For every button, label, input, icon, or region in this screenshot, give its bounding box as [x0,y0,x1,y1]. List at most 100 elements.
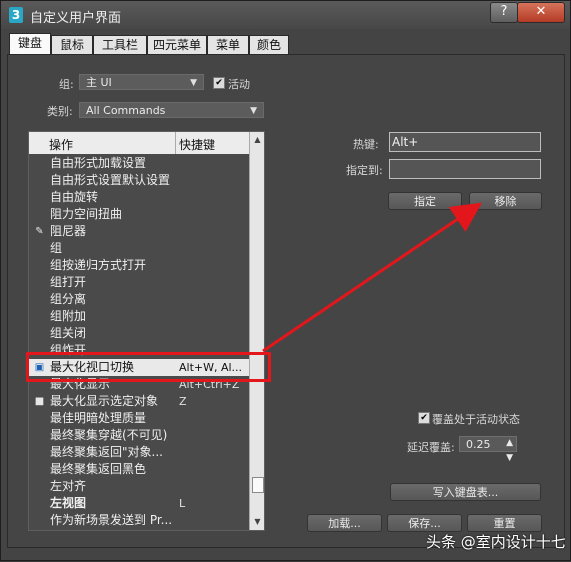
app-icon: 3 [9,7,23,23]
list-item[interactable]: 组 [29,240,249,257]
remove-button[interactable]: 移除 [469,192,542,210]
load-button[interactable]: 加载... [307,514,382,532]
help-button[interactable]: ? [490,2,518,23]
list-item[interactable]: 最大化显示 Alt+Ctrl+Z [29,376,249,393]
action-name: 组分离 [50,292,87,306]
delay-override-label: 延迟覆盖: [407,441,455,454]
action-name: 最终聚集穿越(不可见) [50,428,168,442]
action-name: 自由形式加载设置 [50,156,147,170]
action-shortcut: Z [179,395,187,408]
maximize-viewport-icon: ▣ [34,362,45,373]
action-name: 最大化显示 [50,377,111,391]
list-item[interactable]: 最终聚集返回"对象... [29,444,249,461]
list-item[interactable]: 最终聚集穿越(不可见) [29,427,249,444]
override-label: 覆盖处于活动状态 [432,413,520,426]
scroll-up-icon[interactable]: ▲ [250,133,264,147]
category-value: All Commands [86,104,166,117]
category-label: 类别: [47,105,73,118]
list-item[interactable]: 最佳明暗处理质量 [29,410,249,427]
header-divider [175,132,176,154]
list-item[interactable]: 组分离 [29,291,249,308]
list-item[interactable]: 左对齐 [29,478,249,495]
action-name: 组炸开 [50,343,87,357]
action-name: 组关闭 [50,326,87,340]
list-item[interactable]: 自由形式设置默认设置 [29,172,249,189]
spinner-arrows-icon[interactable]: ▲ ▼ [506,436,513,466]
action-name: 最终聚集返回黑色 [50,462,147,476]
active-checkbox[interactable]: ✔ [213,77,225,89]
header-shortcut[interactable]: 快捷键 [179,136,215,153]
assigned-to-field [389,159,541,179]
chevron-down-icon: ▼ [190,78,197,88]
tab-colors[interactable]: 颜色 [249,35,289,55]
tab-mouse[interactable]: 鼠标 [51,35,93,55]
list-item[interactable]: ✎ 阻尼器 [29,223,249,240]
zoom-extents-icon: ■ [34,396,45,407]
action-name: 最佳明暗处理质量 [50,411,147,425]
action-name: 最大化视口切换 [50,360,135,374]
tab-quads[interactable]: 四元菜单 [147,35,207,55]
action-name: 自由旋转 [50,190,99,204]
group-value: 主 UI [86,76,112,89]
group-label: 组: [59,78,74,91]
group-dropdown[interactable]: 主 UI ▼ [79,74,204,90]
scroll-down-icon[interactable]: ▼ [250,515,264,529]
action-name: 作为新场景发送到 Pr... [50,513,173,527]
category-dropdown[interactable]: All Commands ▼ [79,102,264,118]
delay-override-value: 0.25 [466,438,491,451]
action-name: 左视图 [50,496,87,510]
list-item[interactable]: ■ 最大化显示选定对象 Z [29,393,249,410]
close-button[interactable]: ✕ [517,2,565,23]
active-label: 活动 [228,78,250,91]
tab-toolbars[interactable]: 工具栏 [93,35,147,55]
tab-menus[interactable]: 菜单 [207,35,249,55]
list-rows: 自由形式加载设置自由形式设置默认设置 自由旋转阻力空间扭曲 ✎ 阻尼器组组按递归方式打… [29,155,249,529]
list-item[interactable]: 组炸开 [29,342,249,359]
chevron-down-icon: ▼ [250,106,257,116]
action-name: 最大化显示选定对象 [50,394,159,408]
hotkey-label: 热键: [353,138,379,151]
list-item[interactable]: 组附加 [29,308,249,325]
action-name: 组 [50,241,63,255]
list-item[interactable]: 组关闭 [29,325,249,342]
list-item[interactable]: 阻力空间扭曲 [29,206,249,223]
list-item[interactable]: 组打开 [29,274,249,291]
action-name: 最终聚集返回"对象... [50,445,163,459]
list-item[interactable]: 自由旋转 [29,189,249,206]
list-item[interactable]: 组按递归方式打开 [29,257,249,274]
list-item[interactable]: 作为新场景发送到 Pr... [29,512,249,529]
action-name: 阻尼器 [50,224,87,238]
list-item[interactable]: 自由形式加载设置 [29,155,249,172]
list-header: 操作 快捷键 [29,132,249,154]
assigned-to-label: 指定到: [346,164,383,177]
hotkey-input[interactable]: Alt+ [389,132,541,152]
damper-icon: ✎ [35,226,44,237]
action-name: 自由形式设置默认设置 [50,173,171,187]
action-shortcut: Alt+W, Al... [179,361,243,374]
watermark: 头条 @室内设计十七 [426,533,566,551]
list-item[interactable]: 左视图 L [29,495,249,512]
list-scrollbar[interactable]: ▲ ▼ [249,132,264,530]
list-item[interactable]: 最终聚集返回黑色 [29,461,249,478]
header-action[interactable]: 操作 [49,136,73,153]
delay-override-spinner[interactable]: 0.25 ▲ ▼ [459,436,517,463]
window-title: 自定义用户界面 [30,11,122,26]
action-shortcut: L [179,497,186,510]
override-checkbox[interactable]: ✔ [418,412,430,424]
list-item[interactable]: ▣ 最大化视口切换 Alt+W, Al... [29,359,249,376]
customize-ui-window: 3 自定义用户界面 ? ✕ 键盘 鼠标 工具栏 四元菜单 菜单 颜色 组: 主 … [0,0,571,561]
tab-keyboard[interactable]: 键盘 [9,33,51,56]
assign-button[interactable]: 指定 [388,192,462,210]
action-name: 阻力空间扭曲 [50,207,123,221]
reset-button[interactable]: 重置 [467,514,542,532]
scroll-thumb[interactable] [252,477,264,493]
action-name: 组打开 [50,275,87,289]
action-shortcut: Alt+Ctrl+Z [179,378,240,391]
title-bar[interactable]: 3 自定义用户界面 ? ✕ [1,1,570,29]
write-keyboard-chart-button[interactable]: 写入键盘表... [390,483,541,501]
action-name: 左对齐 [50,479,87,493]
action-list[interactable]: 操作 快捷键 自由形式加载设置自由形式设置默认设置 自由旋转阻力空间扭曲 ✎ 阻尼器组… [28,131,265,531]
action-name: 组按递归方式打开 [50,258,147,272]
action-name: 组附加 [50,309,87,323]
save-button[interactable]: 保存... [387,514,462,532]
